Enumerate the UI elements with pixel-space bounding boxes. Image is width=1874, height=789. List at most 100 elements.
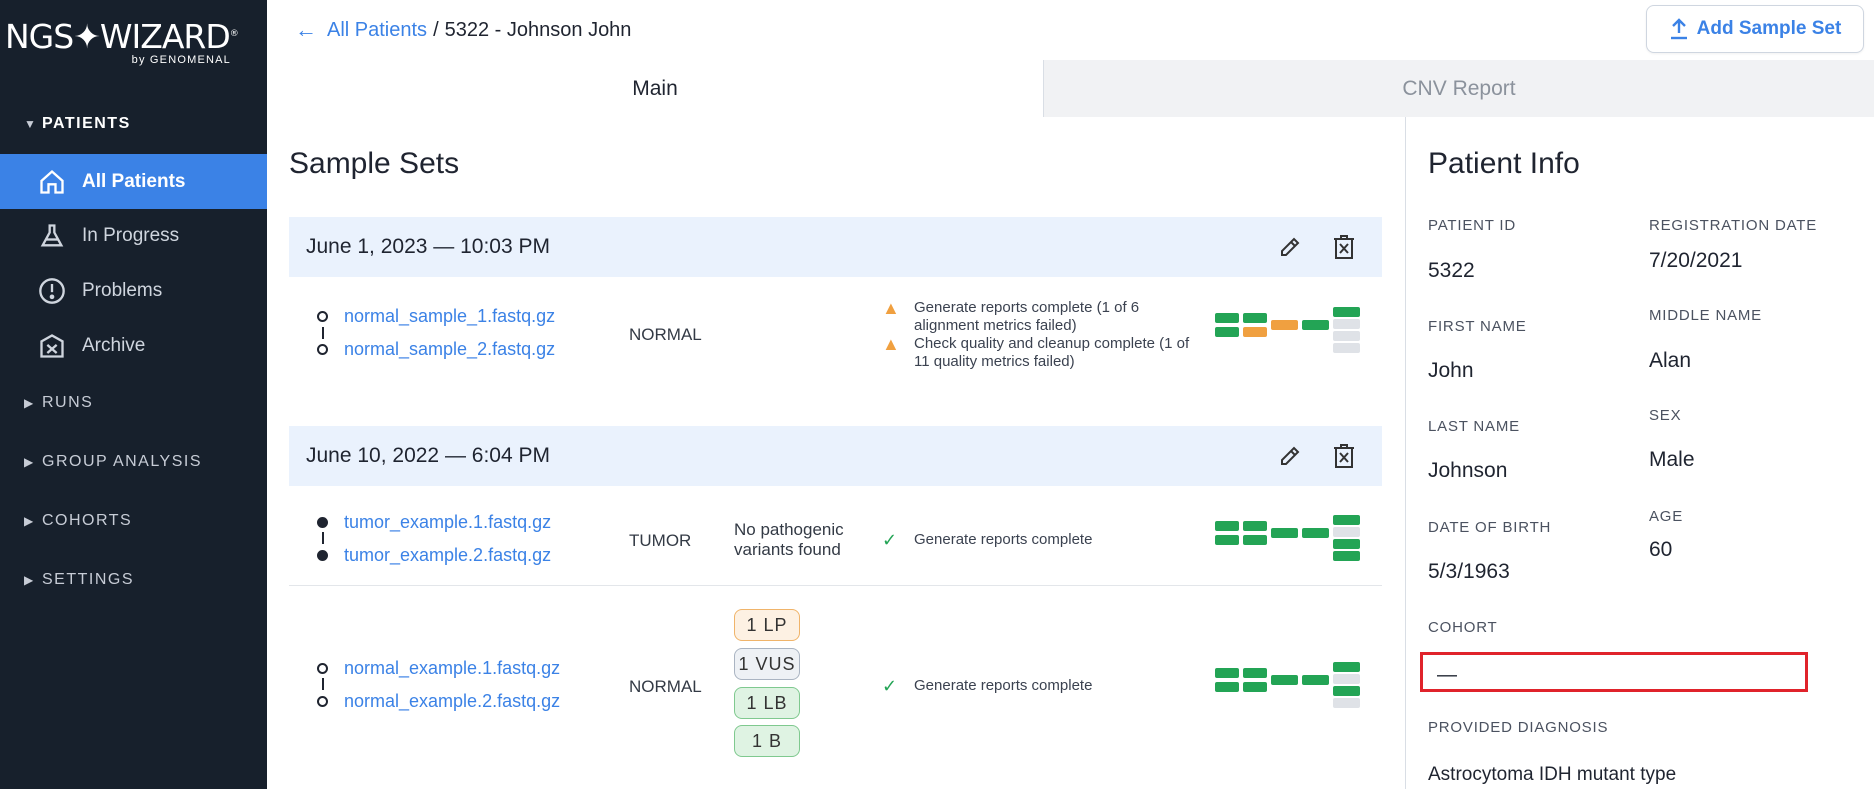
caret-right-icon: ▶: [24, 573, 35, 587]
file-connector: [322, 678, 324, 690]
qc-cell: [1333, 551, 1360, 561]
sidebar-item-label: All Patients: [82, 170, 186, 192]
home-icon: [40, 169, 64, 194]
sidebar-item-archive[interactable]: Archive: [0, 318, 267, 373]
arrow-left-icon[interactable]: ←: [295, 17, 317, 43]
patient-info-title: Patient Info: [1428, 147, 1580, 180]
file-link[interactable]: normal_example.2.fastq.gz: [344, 691, 560, 712]
sidebar-section-group-analysis[interactable]: ▶ GROUP ANALYSIS: [0, 442, 267, 482]
edit-icon[interactable]: [1274, 440, 1306, 472]
check-icon: ✓: [882, 530, 898, 550]
dob-value: 5/3/1963: [1428, 560, 1510, 583]
sample-status: ✓ Generate reports complete: [882, 531, 1202, 549]
upload-icon: [1670, 18, 1687, 40]
breadcrumb-link-all-patients[interactable]: All Patients: [327, 19, 427, 42]
delete-icon[interactable]: [1328, 231, 1360, 263]
variant-badge-lb[interactable]: 1 LB: [734, 687, 800, 719]
add-sample-set-button[interactable]: Add Sample Set: [1646, 5, 1864, 53]
sidebar-section-label: RUNS: [42, 394, 94, 411]
page-title: Sample Sets: [289, 147, 460, 180]
cohort-field[interactable]: —: [1420, 652, 1808, 692]
qc-metrics-bar[interactable]: [1215, 662, 1365, 714]
file-link[interactable]: tumor_example.2.fastq.gz: [344, 545, 551, 566]
tab-main[interactable]: Main: [267, 60, 1043, 117]
normal-sample-marker: [317, 663, 328, 674]
caret-down-icon: ▼: [24, 117, 38, 131]
patient-info-panel: Patient Info PATIENT ID 5322 REGISTRATIO…: [1405, 117, 1874, 789]
caret-right-icon: ▶: [24, 396, 35, 410]
alert-circle-icon: [39, 277, 65, 304]
file-link[interactable]: normal_sample_1.fastq.gz: [344, 306, 555, 327]
warning-icon: ▲: [882, 334, 900, 354]
patient-id-label: PATIENT ID: [1428, 217, 1517, 234]
archive-icon: [40, 333, 64, 358]
qc-metrics-bar[interactable]: [1215, 307, 1365, 359]
normal-sample-marker: [317, 696, 328, 707]
sidebar-item-label: Problems: [82, 279, 163, 301]
sidebar-section-label: GROUP ANALYSIS: [42, 453, 203, 470]
qc-cell: [1333, 343, 1360, 353]
sample-files: tumor_example.1.fastq.gz tumor_example.2…: [317, 506, 551, 572]
qc-cell: [1243, 521, 1267, 531]
delete-icon[interactable]: [1328, 440, 1360, 472]
normal-sample-marker: [317, 344, 328, 355]
diagnosis-label: PROVIDED DIAGNOSIS: [1428, 719, 1609, 736]
logo[interactable]: NGS✦WIZARD® by GENOMENAL: [5, 16, 263, 72]
sample-files: normal_example.1.fastq.gz normal_example…: [317, 652, 560, 718]
sample-row: normal_sample_1.fastq.gz normal_sample_2…: [289, 277, 1382, 387]
sidebar-item-problems[interactable]: Problems: [0, 263, 267, 318]
tab-cnv-report[interactable]: CNV Report: [1043, 60, 1874, 117]
qc-cell: [1215, 313, 1239, 323]
qc-cell: [1333, 662, 1360, 672]
top-bar: ← All Patients / 5322 - Johnson John Add…: [267, 0, 1874, 60]
variant-badge-b[interactable]: 1 B: [734, 725, 800, 757]
qc-cell: [1215, 535, 1239, 545]
sample-set-header: June 10, 2022 — 6:04 PM: [289, 426, 1382, 486]
qc-cell: [1271, 528, 1298, 538]
file-link[interactable]: tumor_example.1.fastq.gz: [344, 512, 551, 533]
status-text: Generate reports complete: [914, 531, 1093, 548]
sample-files: normal_sample_1.fastq.gz normal_sample_2…: [317, 300, 555, 366]
sidebar-section-label: SETTINGS: [42, 571, 135, 588]
edit-icon[interactable]: [1274, 231, 1306, 263]
breadcrumb: ← All Patients / 5322 - Johnson John: [295, 17, 631, 43]
qc-cell: [1302, 675, 1329, 685]
cohort-value: —: [1437, 664, 1457, 686]
sidebar-section-settings[interactable]: ▶ SETTINGS: [0, 560, 267, 600]
breadcrumb-separator: /: [433, 18, 439, 41]
qc-cell: [1333, 698, 1360, 708]
tab-bar: Main CNV Report: [267, 60, 1874, 117]
sample-set-date: June 1, 2023 — 10:03 PM: [306, 235, 550, 258]
sidebar-section-cohorts[interactable]: ▶ COHORTS: [0, 501, 267, 541]
sidebar-item-all-patients[interactable]: All Patients: [0, 154, 267, 209]
tumor-sample-marker: [317, 550, 328, 561]
sidebar-section-runs[interactable]: ▶ RUNS: [0, 383, 267, 423]
variants-summary: No pathogenic variants found: [734, 520, 844, 559]
qc-metrics-bar[interactable]: [1215, 515, 1365, 567]
sample-type: NORMAL: [629, 325, 702, 344]
middle-name-value: Alan: [1649, 349, 1692, 372]
variant-badge-vus[interactable]: 1 VUS: [734, 648, 800, 680]
qc-cell: [1243, 668, 1267, 678]
flask-icon: [40, 223, 64, 246]
patient-id-value: 5322: [1428, 259, 1475, 282]
qc-cell: [1333, 686, 1360, 696]
sex-label: SEX: [1649, 407, 1682, 424]
variant-badge-lp[interactable]: 1 LP: [734, 609, 800, 641]
sidebar-item-in-progress[interactable]: In Progress: [0, 208, 267, 263]
file-link[interactable]: normal_example.1.fastq.gz: [344, 658, 560, 679]
tumor-sample-marker: [317, 517, 328, 528]
sample-type: TUMOR: [629, 531, 692, 550]
sample-set-date: June 10, 2022 — 6:04 PM: [306, 444, 550, 467]
sidebar-section-patients[interactable]: ▼ PATIENTS: [0, 104, 267, 144]
qc-cell: [1333, 331, 1360, 341]
sample-type: NORMAL: [629, 677, 702, 696]
dob-label: DATE OF BIRTH: [1428, 519, 1552, 536]
sex-value: Male: [1649, 448, 1695, 471]
status-text: Check quality and cleanup complete (1 of…: [914, 335, 1190, 370]
qc-cell: [1271, 320, 1298, 330]
file-link[interactable]: normal_sample_2.fastq.gz: [344, 339, 555, 360]
sidebar: NGS✦WIZARD® by GENOMENAL ▼ PATIENTS All …: [0, 0, 267, 789]
add-sample-set-label: Add Sample Set: [1696, 18, 1842, 39]
last-name-value: Johnson: [1428, 459, 1508, 482]
